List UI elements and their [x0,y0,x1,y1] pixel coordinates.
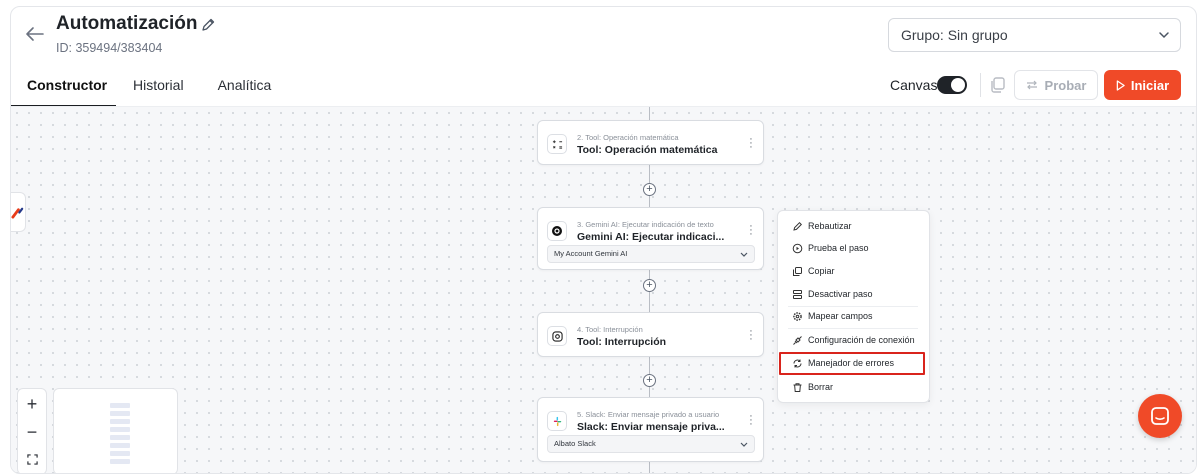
minimap-node [110,419,130,424]
account-select-value: My Account Gemini AI [554,249,628,258]
step-title: Tool: Operación matemática [577,144,718,156]
duplicate-icon[interactable] [989,76,1007,94]
canvas-toggle[interactable] [937,76,967,94]
minimap-node [110,443,130,448]
menu-item-borrar[interactable]: Borrar [778,377,929,397]
menu-divider [788,328,918,329]
tab-analitica[interactable]: Analítica [201,65,289,106]
step-node-math[interactable]: 2. Tool: Operación matemática Tool: Oper… [537,120,764,165]
pencil-icon [793,221,803,231]
workflow-canvas[interactable]: + + + 2. Tool: Operación matemática Tool… [11,106,1196,473]
brand-logo-icon [11,207,23,219]
probar-label: Probar [1044,77,1087,93]
step-node-gemini[interactable]: 3. Gemini AI: Ejecutar indicación de tex… [537,207,764,270]
menu-item-conexion[interactable]: Configuración de conexión [778,330,929,350]
slack-icon [547,411,567,431]
trash-icon [793,382,802,392]
zoom-out-button[interactable]: − [18,418,46,446]
connector-line [649,107,650,120]
account-select[interactable]: My Account Gemini AI [547,245,755,263]
transfer-icon [1026,80,1037,90]
plug-icon [793,335,802,345]
add-step-icon[interactable]: + [643,183,656,196]
math-icon [547,134,567,154]
menu-item-prueba[interactable]: Prueba el paso [778,238,929,258]
automation-id: ID: 359494/383404 [56,41,163,55]
disable-icon [793,289,802,299]
minimap-node [110,435,130,440]
account-select[interactable]: Albato Slack [547,435,755,453]
chevron-down-icon [1159,32,1169,39]
tab-historial[interactable]: Historial [116,65,201,106]
zoom-controls: + − [17,388,47,473]
add-step-icon[interactable]: + [643,374,656,387]
chevron-down-icon [740,252,748,257]
menu-item-mapear[interactable]: Mapear campos [778,306,929,326]
menu-item-desactivar[interactable]: Desactivar paso [778,284,929,304]
minimap-node [110,403,130,408]
tab-bar: Constructor Historial Analítica [11,65,288,107]
minimap-node [110,411,130,416]
iniciar-label: Iniciar [1130,77,1170,93]
zoom-in-button[interactable]: + [18,390,46,418]
menu-item-copiar[interactable]: Copiar [778,261,929,281]
gear-icon [793,311,802,321]
step-title: Gemini AI: Ejecutar indicaci... [577,231,725,243]
interruption-icon [547,326,567,346]
app-window: Automatización ID: 359494/383404 Grupo: … [10,6,1197,474]
more-options-icon[interactable]: · · · [748,326,754,345]
iniciar-button[interactable]: Iniciar [1104,70,1181,100]
more-options-icon[interactable]: · · · [748,411,754,430]
probar-button[interactable]: Probar [1014,70,1098,100]
brand-logo-tab[interactable] [11,192,26,232]
add-step-icon[interactable]: + [643,279,656,292]
more-options-icon[interactable]: · · · [748,134,754,153]
tab-constructor[interactable]: Constructor [11,65,116,107]
play-icon [1116,79,1125,91]
fit-view-icon[interactable] [18,445,46,473]
copy-icon [793,266,802,276]
gemini-icon [547,221,567,241]
step-node-interruption[interactable]: 4. Tool: Interrupción Tool: Interrupción… [537,312,764,357]
minimap-node [110,427,130,432]
chevron-down-icon [740,442,748,447]
minimap-node [110,451,130,456]
highlight-box [779,352,925,375]
account-select-value: Albato Slack [554,439,596,448]
page-title: Automatización [56,13,198,34]
minimap[interactable] [53,388,178,473]
chat-icon [1151,407,1169,425]
minimap-node [110,459,130,464]
more-options-icon[interactable]: · · · [748,221,754,240]
canvas-label: Canvas [890,77,938,93]
menu-item-rebautizar[interactable]: Rebautizar [778,216,929,236]
step-subtitle: 3. Gemini AI: Ejecutar indicación de tex… [577,220,714,229]
step-title: Slack: Enviar mensaje priva... [577,421,725,433]
step-context-menu: Rebautizar Prueba el paso Copiar Desacti… [777,210,930,403]
step-subtitle: 5. Slack: Enviar mensaje privado a usuar… [577,410,720,419]
play-circle-icon [792,243,803,253]
step-title: Tool: Interrupción [577,336,667,348]
step-subtitle: 4. Tool: Interrupción [577,325,643,334]
step-subtitle: 2. Tool: Operación matemática [577,133,679,142]
group-select[interactable]: Grupo: Sin grupo [888,18,1181,52]
group-select-value: Grupo: Sin grupo [901,27,1008,43]
step-node-slack[interactable]: 5. Slack: Enviar mensaje privado a usuar… [537,397,764,462]
back-arrow-icon[interactable] [25,26,45,42]
chat-support-button[interactable] [1138,394,1182,438]
edit-title-icon[interactable] [200,17,216,33]
connector-line [649,462,650,473]
toolbar-divider [980,73,981,97]
